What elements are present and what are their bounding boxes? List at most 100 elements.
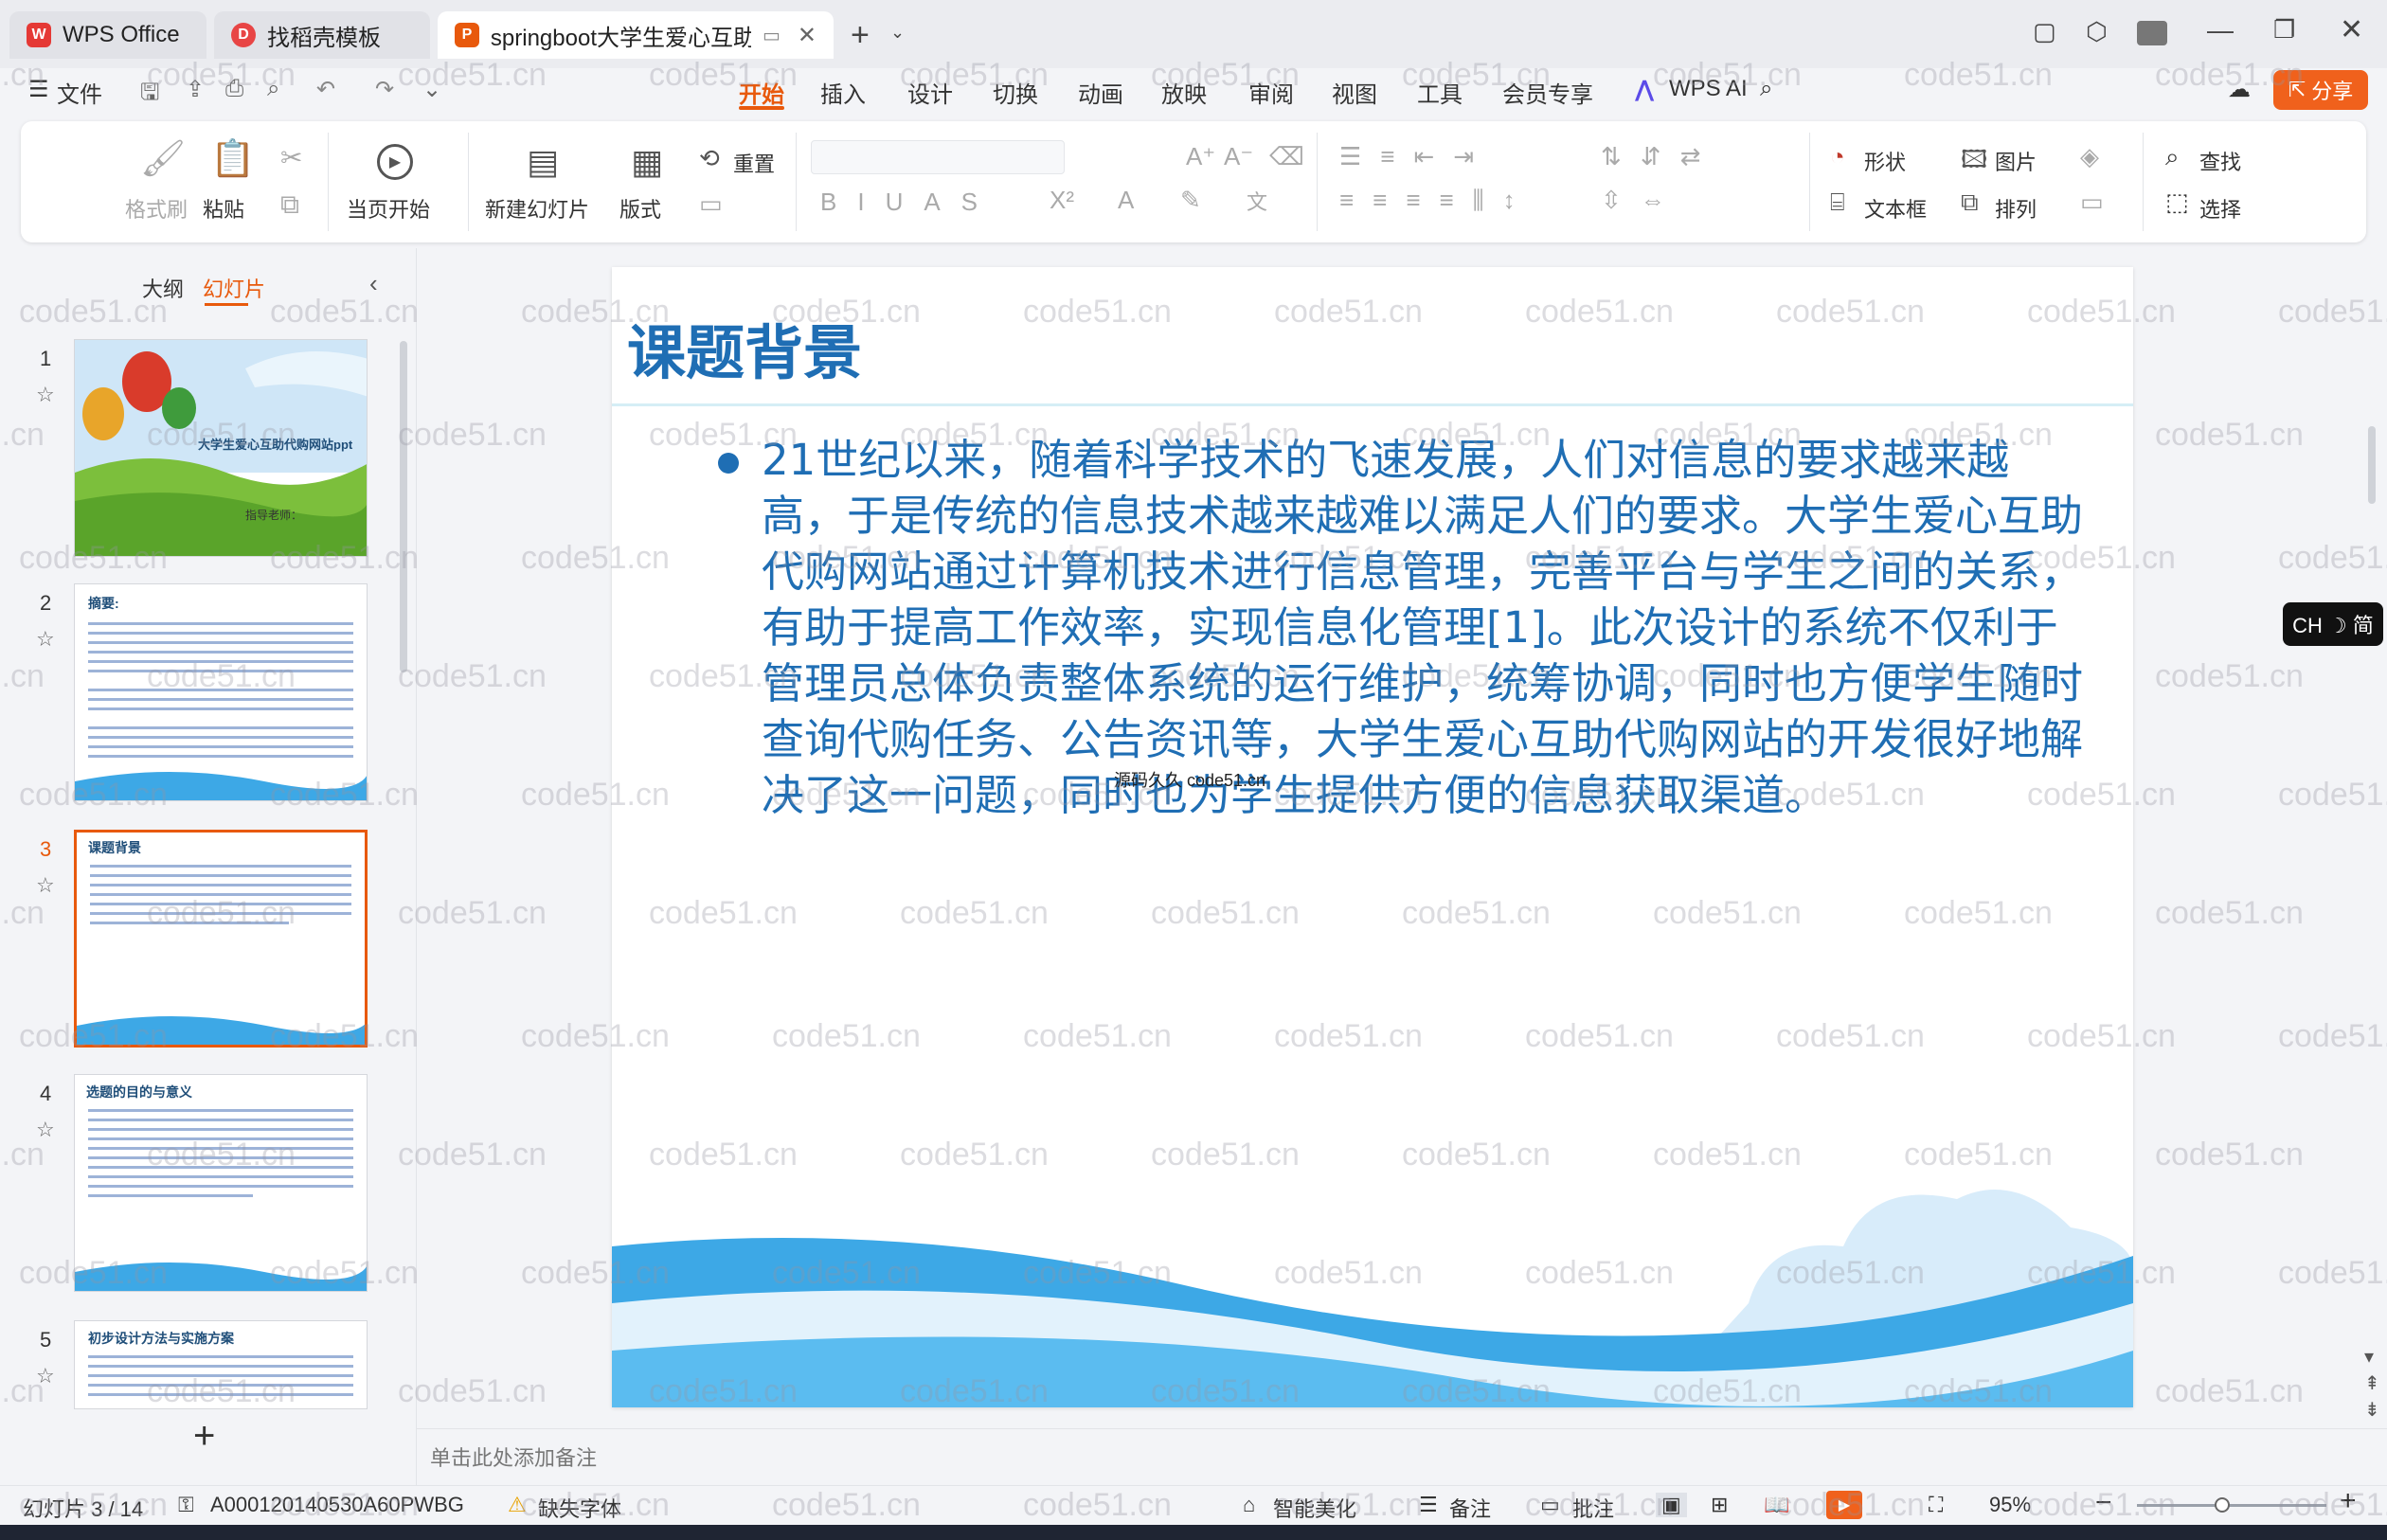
star-icon[interactable]: ☆ xyxy=(36,627,55,652)
undo-icon[interactable]: ↶ xyxy=(316,76,335,103)
tab-wps-office[interactable]: W WPS Office xyxy=(9,11,206,59)
list-icons[interactable]: ☰≡⇤⇥ xyxy=(1339,142,1493,171)
tab-template[interactable]: D 找稻壳模板 xyxy=(214,11,430,59)
close-window-icon[interactable]: ✕ xyxy=(2340,13,2363,46)
share-button[interactable]: ⇱ 分享 xyxy=(2273,70,2368,110)
tab-list-chevron-icon[interactable]: ⌄ xyxy=(890,23,905,43)
missing-font-button[interactable]: 缺失字体 xyxy=(538,1493,621,1523)
star-icon[interactable]: ☆ xyxy=(36,1364,55,1388)
star-icon[interactable]: ☆ xyxy=(36,1118,55,1142)
section-icon[interactable]: ▭ xyxy=(699,189,723,219)
zoom-slider-track[interactable] xyxy=(2137,1504,2326,1507)
picture-button[interactable]: 图片 xyxy=(1995,146,2037,176)
wps-ai-button[interactable]: WPS AI xyxy=(1669,76,1748,102)
menu-item-design[interactable]: 设计 xyxy=(907,76,953,109)
beautify-button[interactable]: 智能美化 xyxy=(1273,1493,1356,1523)
slide-thumbnail-5[interactable]: 初步设计方法与实施方案 xyxy=(74,1320,368,1409)
tab-document[interactable]: P springboot大学生爱心互助代 ▭ ✕ xyxy=(438,11,834,59)
add-slide-icon[interactable]: + xyxy=(193,1415,215,1458)
menu-item-member[interactable]: 会员专享 xyxy=(1502,76,1593,109)
slide-body-text[interactable]: 21世纪以来，随着科学技术的飞速发展，人们对信息的要求越来越高，于是传统的信息技… xyxy=(762,432,2086,823)
print-icon[interactable]: ⎙ xyxy=(225,76,243,102)
prev-slide-icon[interactable]: ⇞ xyxy=(2364,1371,2380,1395)
doc-id[interactable]: A000120140530A60PWBG xyxy=(210,1493,464,1517)
star-icon[interactable]: ☆ xyxy=(36,873,55,898)
menu-item-home[interactable]: 开始 xyxy=(739,76,784,109)
slide-thumbnail-3[interactable]: 课题背景 xyxy=(74,830,368,1048)
outline-icon[interactable]: ▭ xyxy=(2080,188,2104,217)
menu-item-transition[interactable]: 切换 xyxy=(993,76,1038,109)
arrange-button[interactable]: 排列 xyxy=(1995,193,2037,224)
slide-scrollbar[interactable] xyxy=(2368,426,2376,504)
collapse-panel-icon[interactable]: ‹ xyxy=(369,269,378,298)
cube-icon[interactable]: ⬡ xyxy=(2086,17,2108,46)
export-icon[interactable]: ⇪ xyxy=(186,76,205,103)
select-button[interactable]: 选择 xyxy=(2199,193,2241,224)
close-tab-icon[interactable]: ✕ xyxy=(798,22,817,49)
menu-item-review[interactable]: 审阅 xyxy=(1248,76,1294,109)
play-from-current-button[interactable]: 当页开始 xyxy=(347,193,430,224)
menu-item-view[interactable]: 视图 xyxy=(1332,76,1377,109)
menu-item-animation[interactable]: 动画 xyxy=(1078,76,1123,109)
reset-button[interactable]: 重置 xyxy=(733,148,775,178)
zoom-out-icon[interactable]: − xyxy=(2095,1487,2112,1519)
font-size-increase-icon[interactable]: A⁺ xyxy=(1186,142,1215,171)
hamburger-icon[interactable]: ☰ xyxy=(28,76,49,103)
file-menu[interactable]: 文件 xyxy=(57,76,102,109)
sorter-view-icon[interactable]: ⊞ xyxy=(1711,1493,1728,1517)
save-icon[interactable]: 🖫 xyxy=(140,76,159,115)
layout-button[interactable]: 版式 xyxy=(619,193,661,224)
copy-icon[interactable]: ⧉ xyxy=(280,189,299,221)
maximize-icon[interactable]: ❐ xyxy=(2273,15,2295,45)
fill-icon[interactable]: ◈ xyxy=(2080,142,2099,171)
scroll-down-icon[interactable]: ▾ xyxy=(2364,1345,2374,1369)
zoom-slider-thumb[interactable] xyxy=(2215,1497,2230,1513)
notes-button[interactable]: 备注 xyxy=(1449,1493,1491,1523)
search-icon[interactable]: ⌕ xyxy=(1760,76,1772,102)
panel-scrollbar[interactable] xyxy=(400,341,407,672)
reading-view-icon[interactable]: 📖 xyxy=(1764,1493,1789,1517)
next-slide-icon[interactable]: ⇟ xyxy=(2364,1398,2380,1422)
fit-icon[interactable]: ⛶ xyxy=(1929,1493,1943,1517)
slide-thumbnail-2[interactable]: 摘要: xyxy=(74,583,368,801)
menu-item-insert[interactable]: 插入 xyxy=(820,76,866,109)
comments-button[interactable]: 批注 xyxy=(1572,1493,1614,1523)
superscript-icon[interactable]: X² xyxy=(1050,186,1074,215)
highlight-icon[interactable]: ✎ xyxy=(1180,186,1201,215)
align-icons[interactable]: ≡≡≡≡⫼↕ xyxy=(1339,186,1534,216)
preview-icon[interactable]: ⌕ xyxy=(267,76,279,102)
phonetic-icon[interactable]: 文 xyxy=(1247,186,1267,216)
font-size-decrease-icon[interactable]: A⁻ xyxy=(1224,142,1253,171)
ime-indicator[interactable]: CH ☽ 简 xyxy=(2283,602,2383,646)
menu-item-slideshow[interactable]: 放映 xyxy=(1161,76,1207,109)
slide-thumbnail-4[interactable]: 选题的目的与意义 xyxy=(74,1074,368,1292)
slide-canvas[interactable]: 课题背景 21世纪以来，随着科学技术的飞速发展，人们对信息的要求越来越高，于是传… xyxy=(612,267,2133,1407)
star-icon[interactable]: ☆ xyxy=(36,383,55,407)
font-family-select[interactable] xyxy=(811,140,1065,174)
new-slide-button[interactable]: 新建幻灯片 xyxy=(485,193,589,224)
slides-tab[interactable]: 幻灯片 xyxy=(203,273,265,303)
clear-format-icon[interactable]: ⌫ xyxy=(1269,142,1304,171)
slideshow-play-icon[interactable]: ▶ xyxy=(1826,1491,1862,1519)
normal-view-icon[interactable]: ▣ xyxy=(1656,1493,1687,1517)
new-tab-icon[interactable]: + xyxy=(851,17,870,54)
paste-button[interactable]: 粘贴 xyxy=(203,193,244,224)
menu-item-tools[interactable]: 工具 xyxy=(1417,76,1463,109)
cloud-upload-icon[interactable]: ☁ xyxy=(2228,76,2251,103)
text-direction-icons[interactable]: ⇅⇵⇄ xyxy=(1601,142,1719,171)
textbox-button[interactable]: 文本框 xyxy=(1864,193,1927,224)
cut-icon[interactable]: ✂ xyxy=(280,142,302,173)
zoom-level[interactable]: 95% xyxy=(1989,1493,2031,1517)
zoom-in-icon[interactable]: + xyxy=(2340,1485,2357,1517)
more-chevron-icon[interactable]: ⌄ xyxy=(422,76,441,103)
window-icon[interactable]: ▭ xyxy=(763,24,781,47)
notes-placeholder[interactable]: 单击此处添加备注 xyxy=(430,1442,597,1472)
redo-icon[interactable]: ↷ xyxy=(375,76,394,103)
slide-title[interactable]: 课题背景 xyxy=(627,305,862,390)
find-button[interactable]: 查找 xyxy=(2199,146,2241,176)
font-style-icons[interactable]: BIUAS xyxy=(820,188,998,217)
outline-tab[interactable]: 大纲 xyxy=(142,273,184,303)
avatar[interactable] xyxy=(2137,21,2167,45)
layout-icon[interactable]: ▢ xyxy=(2033,17,2056,46)
format-painter-button[interactable]: 格式刷 xyxy=(125,193,188,224)
